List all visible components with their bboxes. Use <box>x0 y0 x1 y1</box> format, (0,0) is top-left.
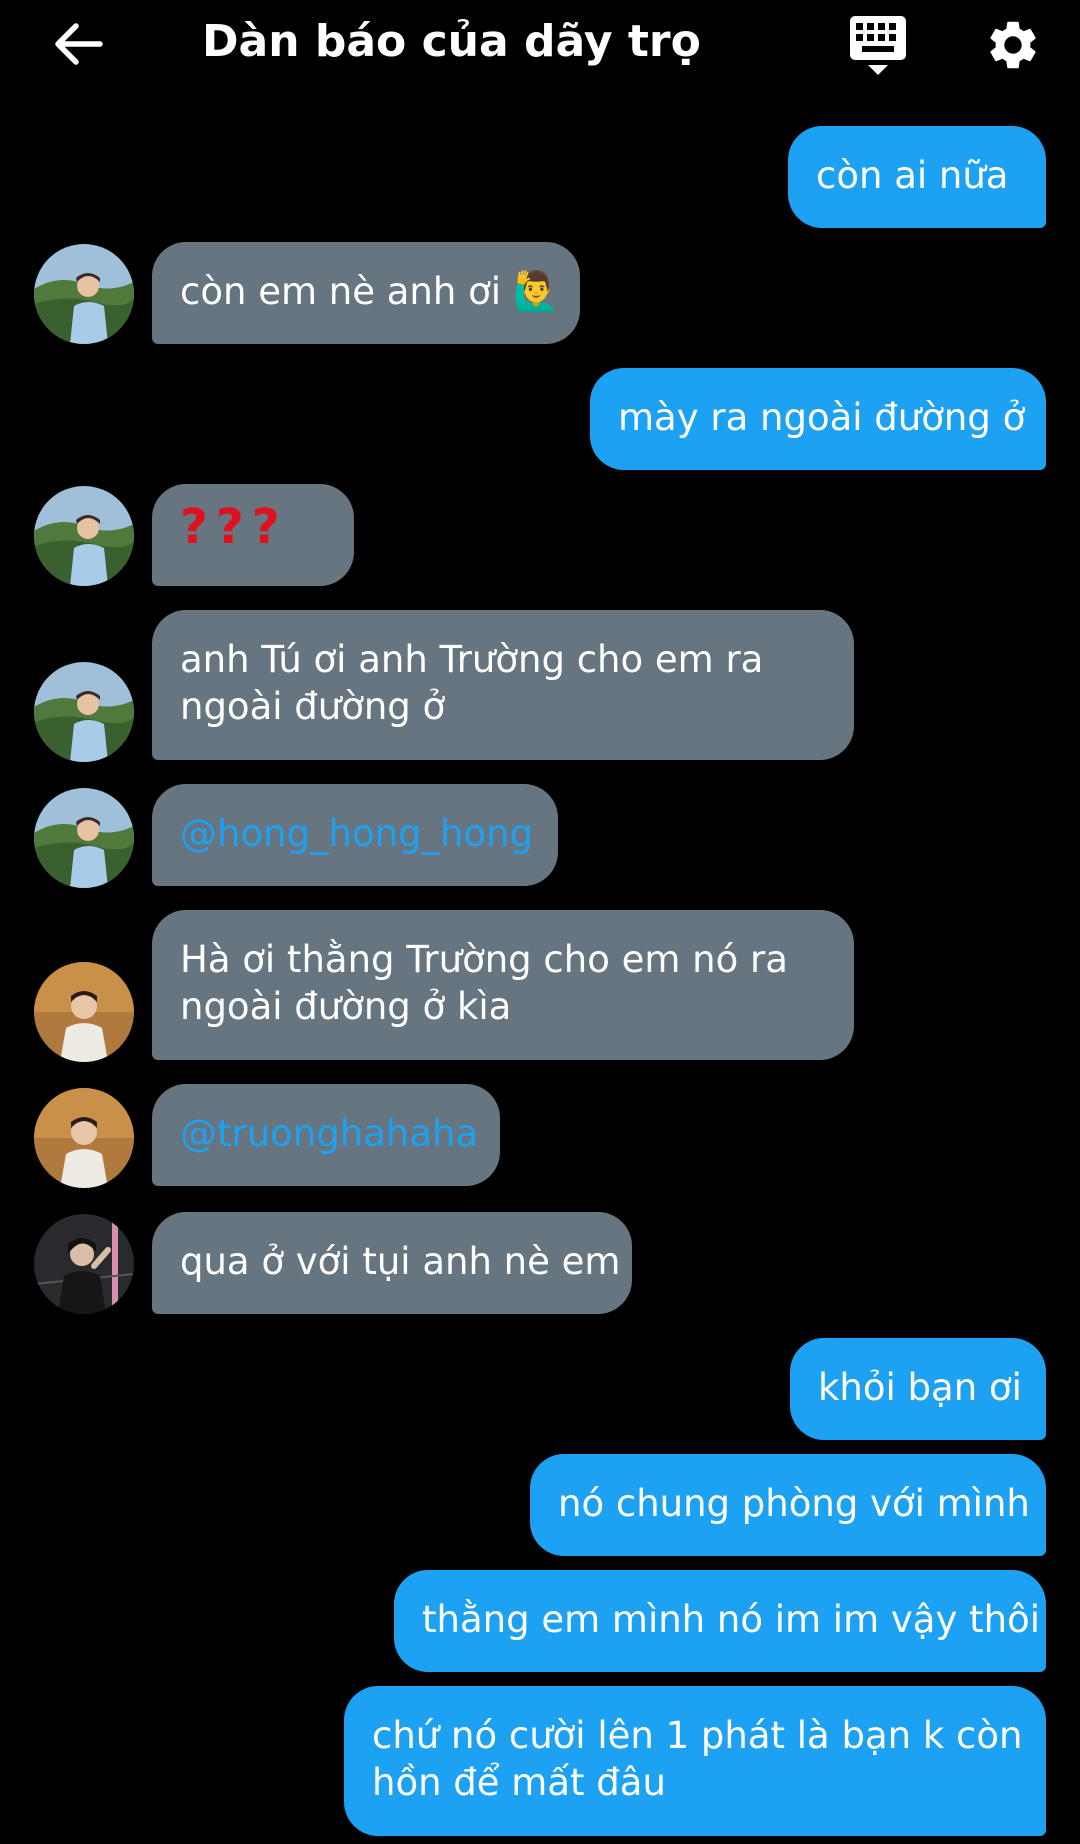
outgoing-message[interactable]: chứ nó cười lên 1 phát là bạn k còn hồn … <box>344 1686 1046 1836</box>
message-text: còn ai nữa <box>816 154 1009 197</box>
back-button[interactable] <box>50 20 106 68</box>
message-text-line: Hà ơi thằng Trường cho em nó ra <box>180 938 788 981</box>
incoming-message[interactable]: ??? <box>152 484 354 586</box>
sender-avatar[interactable] <box>34 662 134 762</box>
gear-icon <box>990 21 1036 69</box>
keyboard-toggle-button[interactable] <box>846 14 910 78</box>
avatar-image <box>34 486 134 586</box>
outgoing-message[interactable]: thằng em mình nó im im vậy thôi <box>394 1570 1046 1672</box>
avatar-image <box>34 962 134 1062</box>
question-marks-emoji: ??? <box>180 499 288 555</box>
avatar-image <box>34 244 134 344</box>
user-mention-link[interactable]: @truonghahaha <box>180 1110 478 1157</box>
incoming-message[interactable]: @truonghahaha <box>152 1084 500 1186</box>
outgoing-message[interactable]: mày ra ngoài đường ở <box>590 368 1046 470</box>
sender-avatar[interactable] <box>34 1088 134 1188</box>
conversation-title: Dàn báo của dãy trọ <box>202 16 701 67</box>
message-text: còn em nè anh ơi <box>180 270 501 313</box>
message-text-line: anh Tú ơi anh Trường cho em ra <box>180 638 764 681</box>
message-text-line: chứ nó cười lên 1 phát là bạn k còn <box>372 1714 1023 1757</box>
settings-button[interactable] <box>984 16 1042 74</box>
sender-avatar[interactable] <box>34 486 134 586</box>
message-text: mày ra ngoài đường ở <box>618 396 1026 439</box>
chat-header: Dàn báo của dãy trọ <box>0 0 1080 88</box>
outgoing-message[interactable]: khỏi bạn ơi <box>790 1338 1046 1440</box>
message-text-line: ngoài đường ở kìa <box>180 985 512 1028</box>
user-mention-link[interactable]: @hong_hong_hong <box>180 810 533 857</box>
avatar-image <box>34 662 134 762</box>
outgoing-message[interactable]: nó chung phòng với mình <box>530 1454 1046 1556</box>
avatar-image <box>34 1088 134 1188</box>
message-text-line: hồn để mất đâu <box>372 1761 666 1804</box>
avatar-image <box>34 1214 134 1314</box>
message-text: qua ở với tụi anh nè em <box>180 1240 621 1283</box>
keyboard-icon <box>850 16 906 75</box>
incoming-message[interactable]: anh Tú ơi anh Trường cho em ra ngoài đườ… <box>152 610 854 760</box>
sender-avatar[interactable] <box>34 1214 134 1314</box>
message-text: nó chung phòng với mình <box>558 1482 1030 1525</box>
incoming-message[interactable]: @hong_hong_hong <box>152 784 558 886</box>
outgoing-message[interactable]: còn ai nữa <box>788 126 1046 228</box>
incoming-message[interactable]: còn em nè anh ơi 🙋‍♂️ <box>152 242 580 344</box>
message-text: khỏi bạn ơi <box>818 1366 1022 1409</box>
incoming-message[interactable]: Hà ơi thằng Trường cho em nó ra ngoài đư… <box>152 910 854 1060</box>
message-text: thằng em mình nó im im vậy thôi <box>422 1598 1040 1641</box>
sender-avatar[interactable] <box>34 962 134 1062</box>
raising-hand-emoji: 🙋‍♂️ <box>512 269 561 313</box>
sender-avatar[interactable] <box>34 788 134 888</box>
incoming-message[interactable]: qua ở với tụi anh nè em <box>152 1212 632 1314</box>
message-text-line: ngoài đường ở <box>180 685 446 728</box>
sender-avatar[interactable] <box>34 244 134 344</box>
arrow-left-icon <box>55 23 103 65</box>
avatar-image <box>34 788 134 888</box>
